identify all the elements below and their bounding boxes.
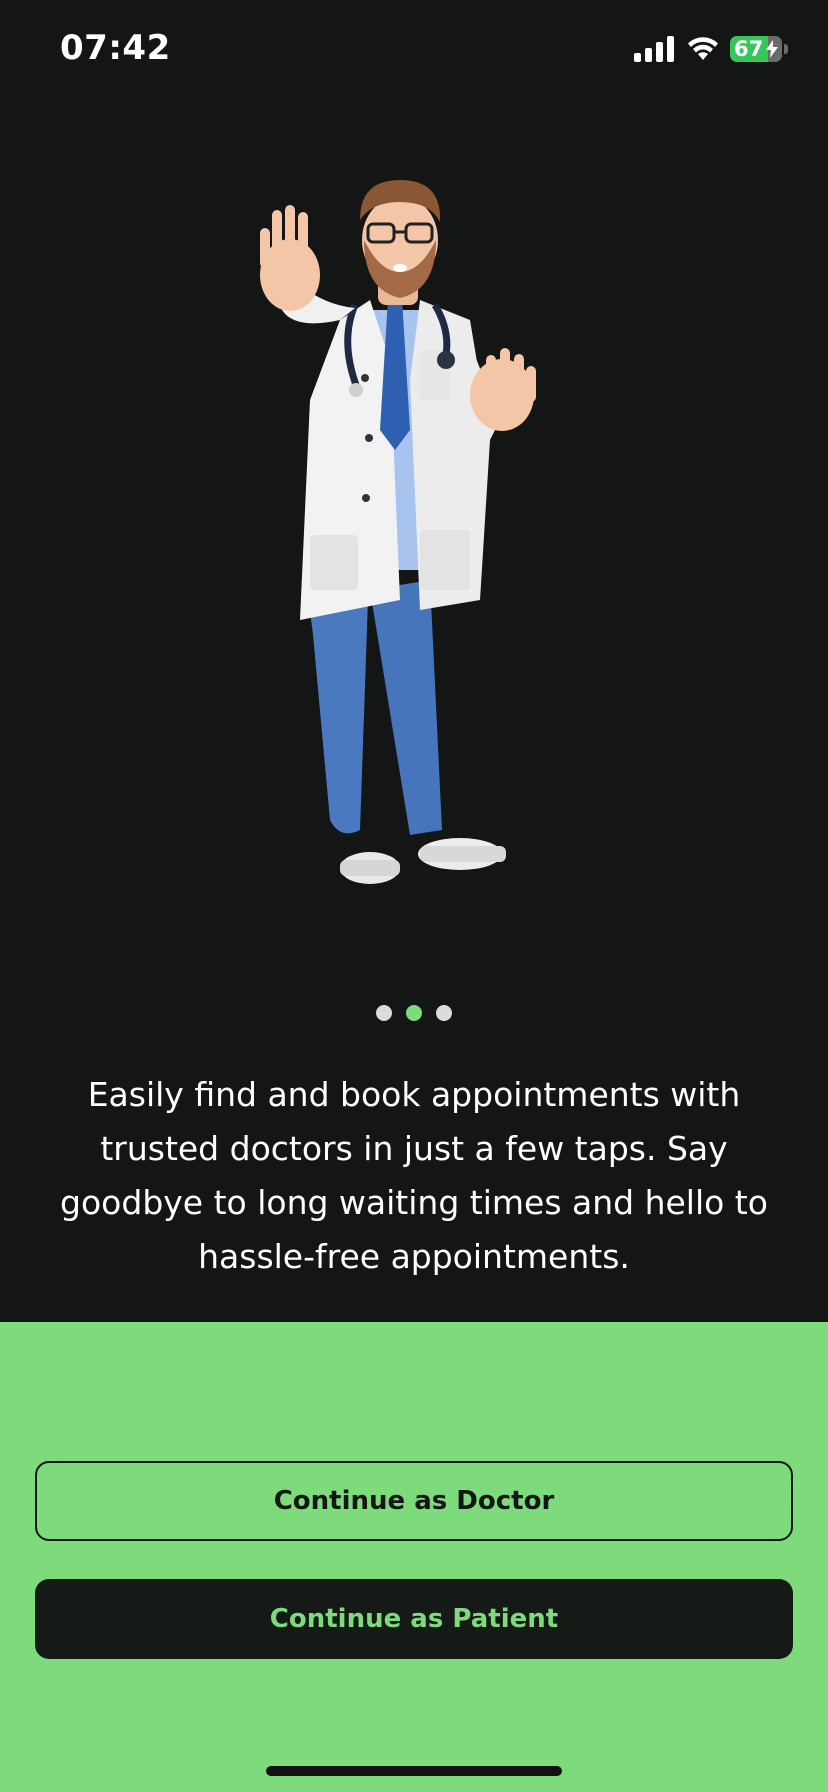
status-icons: 67: [634, 34, 794, 64]
cellular-signal-icon: [634, 36, 674, 62]
wifi-icon: [688, 37, 718, 60]
page-indicator[interactable]: [0, 1005, 828, 1023]
onboarding-description: Easily find and book appointments with t…: [60, 1075, 768, 1276]
charging-bolt-icon: [766, 40, 778, 58]
onboarding-screen: 07:42 67 Easily find and book appointmen…: [0, 0, 828, 1322]
status-bar: 07:42 67: [0, 0, 828, 100]
action-panel: Continue as Doctor Continue as Patient: [0, 1322, 828, 1792]
page-dot-1[interactable]: [376, 1005, 392, 1021]
doctor-character-illustration: [260, 180, 536, 884]
continue-as-doctor-button[interactable]: Continue as Doctor: [35, 1461, 793, 1541]
page-dot-3[interactable]: [436, 1005, 452, 1021]
battery-percent: 67: [734, 37, 764, 61]
continue-as-patient-button[interactable]: Continue as Patient: [35, 1579, 793, 1659]
status-time: 07:42: [60, 28, 171, 68]
battery-icon: 67: [730, 36, 782, 62]
home-indicator[interactable]: [266, 1766, 562, 1776]
page-dot-2-active[interactable]: [406, 1005, 422, 1021]
battery-tip: [784, 44, 788, 54]
